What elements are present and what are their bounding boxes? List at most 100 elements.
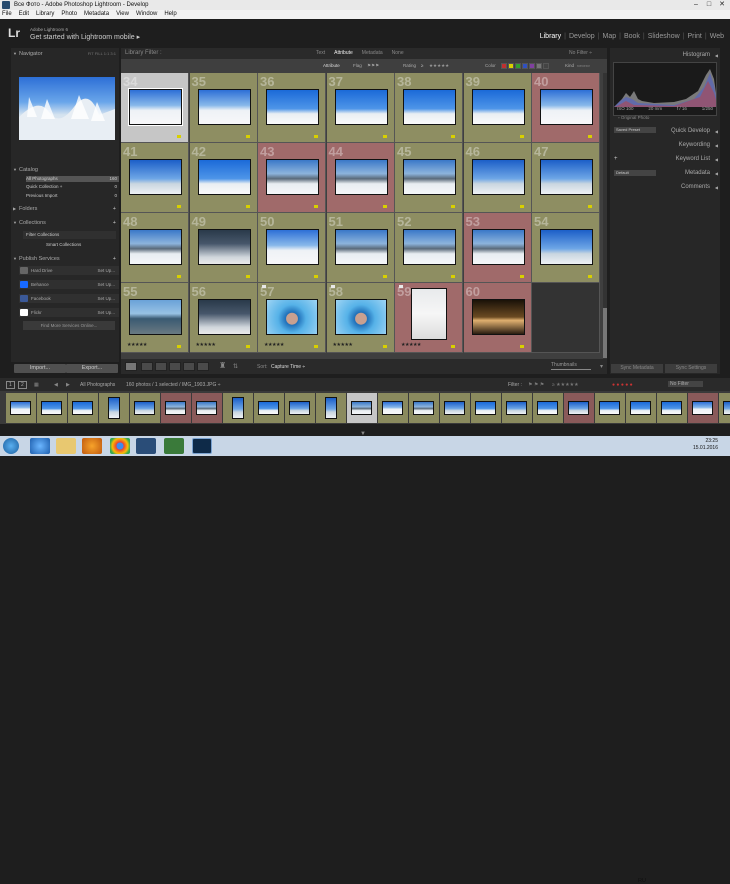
filmstrip-thumbnail[interactable] [6, 393, 36, 423]
filmstrip-flag-icons[interactable]: ⚑ ⚑ ⚑ [528, 382, 544, 388]
zoom-modes[interactable]: FIT FILL 1:1 3:1 [88, 50, 116, 58]
find-more-services-button[interactable]: Find More Services Online... [23, 321, 115, 330]
publish-behance[interactable]: Behance Set Up... [19, 280, 119, 289]
grid-cell[interactable]: 44 [326, 143, 395, 213]
photo-thumbnail[interactable] [471, 159, 525, 195]
page-1-button[interactable]: 1 [6, 381, 15, 389]
original-photo-toggle[interactable]: ▫ Original Photo [618, 115, 649, 120]
photo-thumbnail[interactable] [411, 288, 447, 340]
yellow-label-swatch[interactable] [508, 63, 514, 69]
filmstrip-filter-select[interactable]: No Filter [668, 381, 703, 387]
grid-cell[interactable]: 51 [326, 213, 395, 283]
painter-icon[interactable] [197, 362, 209, 371]
pick-flag-icon[interactable] [399, 285, 403, 288]
publish-flickr[interactable]: Flickr Set Up... [19, 308, 119, 317]
publish-hard-drive[interactable]: Hard Drive Set Up... [19, 266, 119, 275]
color-label-badge[interactable] [245, 275, 250, 278]
filter-collections[interactable]: Filter Collections [23, 231, 116, 239]
color-label-badge[interactable] [382, 205, 387, 208]
add-folder-icon[interactable]: + [113, 205, 116, 213]
grid-cell[interactable]: 53 [463, 213, 532, 283]
photo-thumbnail[interactable] [266, 229, 319, 265]
rating-stars-icon[interactable]: ★★★★★ [429, 63, 449, 69]
grid-cell[interactable]: 39 [463, 73, 532, 143]
media-icon[interactable] [164, 438, 184, 454]
rating-stars-icon[interactable]: ★★★★★ [196, 342, 216, 348]
sort-select[interactable]: Capture Time ÷ [271, 364, 305, 370]
add-service-icon[interactable]: + [113, 255, 116, 263]
color-label-badge[interactable] [314, 275, 318, 278]
pick-flag-icon[interactable] [330, 285, 335, 288]
folders-header[interactable]: ▶ Folders + [11, 205, 119, 213]
photo-thumbnail[interactable] [403, 89, 456, 125]
grid-cell[interactable]: 54 [532, 213, 600, 283]
filmstrip-thumbnail[interactable] [719, 393, 730, 423]
filmstrip-thumbnail[interactable] [657, 393, 687, 423]
photo-thumbnail[interactable] [403, 159, 456, 195]
color-label-badge[interactable] [177, 135, 181, 138]
filmstrip-thumbnail[interactable] [564, 393, 594, 423]
purple-label-swatch[interactable] [529, 63, 535, 69]
catalog-item-quick-collection[interactable]: Quick Collection + 0 [26, 184, 119, 190]
filmstrip-color-icons[interactable]: ● ● ● ● ● [612, 382, 633, 388]
color-label-badge[interactable] [451, 275, 455, 278]
no-label-swatch[interactable] [543, 63, 549, 69]
pick-flag-icon[interactable] [262, 285, 266, 288]
color-label-badge[interactable] [451, 205, 455, 208]
filmstrip-thumbnail[interactable] [161, 393, 191, 423]
add-collection-icon[interactable]: + [113, 219, 116, 227]
color-label-badge[interactable] [382, 275, 387, 278]
forward-arrow-icon[interactable]: ▶ [66, 382, 70, 388]
grid-icon[interactable]: ▦ [34, 382, 39, 388]
photo-thumbnail[interactable] [540, 159, 593, 195]
photo-thumbnail[interactable] [471, 299, 525, 335]
filmstrip-thumbnail[interactable] [316, 393, 346, 423]
lightroom-taskbar-icon[interactable] [192, 438, 212, 454]
filmstrip-thumbnail[interactable] [409, 393, 439, 423]
grid-cell[interactable]: 45 [395, 143, 463, 213]
metadata-header[interactable]: Metadata ◀ [610, 169, 720, 178]
module-print[interactable]: Print [687, 33, 701, 40]
color-label-badge[interactable] [245, 345, 250, 348]
grid-cell[interactable]: 56 ★★★★★ [189, 283, 258, 353]
menu-edit[interactable]: Edit [19, 10, 29, 19]
filmstrip-thumbnail[interactable] [378, 393, 408, 423]
module-slideshow[interactable]: Slideshow [648, 33, 680, 40]
navigator-preview[interactable] [19, 77, 115, 140]
navigator-header[interactable]: ▼ Navigator FIT FILL 1:1 3:1 [11, 50, 119, 58]
photo-thumbnail[interactable] [266, 299, 318, 335]
menu-file[interactable]: File [2, 10, 12, 19]
photo-thumbnail[interactable] [403, 229, 456, 265]
collections-header[interactable]: ▼ Collections + [11, 219, 119, 227]
histogram-header[interactable]: Histogram ◀ [610, 51, 720, 60]
keyword-list-header[interactable]: + Keyword List ◀ [610, 155, 720, 164]
rating-stars-icon[interactable]: ★★★★★ [333, 342, 353, 348]
start-button[interactable] [3, 438, 19, 454]
grid-cell[interactable]: 35 [189, 73, 258, 143]
publish-services-header[interactable]: ▼ Publish Services + [11, 255, 119, 263]
grid-cell[interactable] [532, 283, 600, 353]
publish-facebook[interactable]: Facebook Set Up... [19, 294, 119, 303]
flag-filter-icons[interactable]: ⚑⚑⚑ [367, 63, 379, 69]
grid-cell[interactable]: 47 [532, 143, 600, 213]
color-label-badge[interactable] [245, 205, 250, 208]
filmstrip-thumbnail[interactable] [37, 393, 67, 423]
catalog-item-all-photographs[interactable]: All Photographs 160 [26, 176, 119, 182]
photo-thumbnail[interactable] [471, 229, 525, 265]
grid-cell[interactable]: 43 [258, 143, 326, 213]
color-label-badge[interactable] [382, 345, 387, 348]
file-explorer-icon[interactable] [56, 438, 76, 454]
spray-can-icon[interactable]: ♜ [219, 361, 226, 370]
color-label-badge[interactable] [314, 205, 318, 208]
menu-view[interactable]: View [116, 10, 129, 19]
grid-cell[interactable]: 37 [326, 73, 395, 143]
photo-thumbnail[interactable] [334, 89, 388, 125]
filter-tab-attribute[interactable]: Attribute [334, 50, 353, 56]
grid-cell[interactable]: 40 [532, 73, 600, 143]
photo-thumbnail[interactable] [128, 88, 183, 126]
color-label-badge[interactable] [588, 275, 592, 278]
scrollbar-thumb[interactable] [603, 308, 607, 358]
rating-operator[interactable]: ≥ [421, 63, 423, 68]
color-label-badge[interactable] [245, 135, 250, 138]
color-label-badge[interactable] [177, 205, 181, 208]
